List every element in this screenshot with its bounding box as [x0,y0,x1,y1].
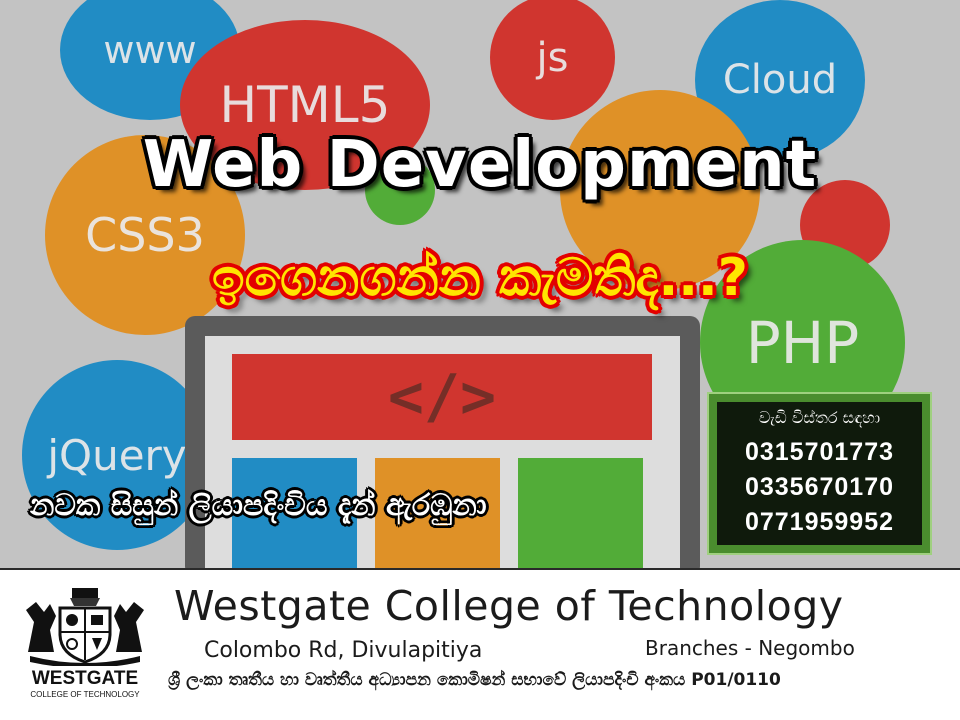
footer-banner: WESTGATE COLLEGE OF TECHNOLOGY Westgate … [0,568,960,720]
college-name: Westgate College of Technology [174,582,844,630]
registration-number: ශ්‍රී ලංකා තෘතීය හා වෘත්තීය අධ්‍යාපන කොම… [168,670,781,690]
college-branches: Branches - Negombo [645,636,855,660]
contact-panel: වැඩි විස්තර සඳහා 0315701773 0335670170 0… [717,402,922,545]
subheadline: ඉගෙනගන්න කැමතිද...? [212,248,748,308]
phone-number[interactable]: 0315701773 [717,438,922,467]
logo-name: WESTGATE [31,668,139,689]
registration-notice: නවක සිසුන් ලියාපදිංචිය දැන් ඇරඹුනා [30,488,487,523]
college-logo: WESTGATE COLLEGE OF TECHNOLOGY [20,582,150,714]
phone-number[interactable]: 0771959952 [717,508,922,537]
contact-box: වැඩි විස්තර සඳහා 0315701773 0335670170 0… [707,392,932,555]
logo-subtitle: COLLEGE OF TECHNOLOGY [30,690,140,699]
college-address: Colombo Rd, Divulapitiya [204,638,483,663]
headline: Web Development [142,128,818,202]
crest-icon [26,588,144,668]
phone-number[interactable]: 0335670170 [717,473,922,502]
contact-title: වැඩි විස්තර සඳහා [758,408,881,427]
